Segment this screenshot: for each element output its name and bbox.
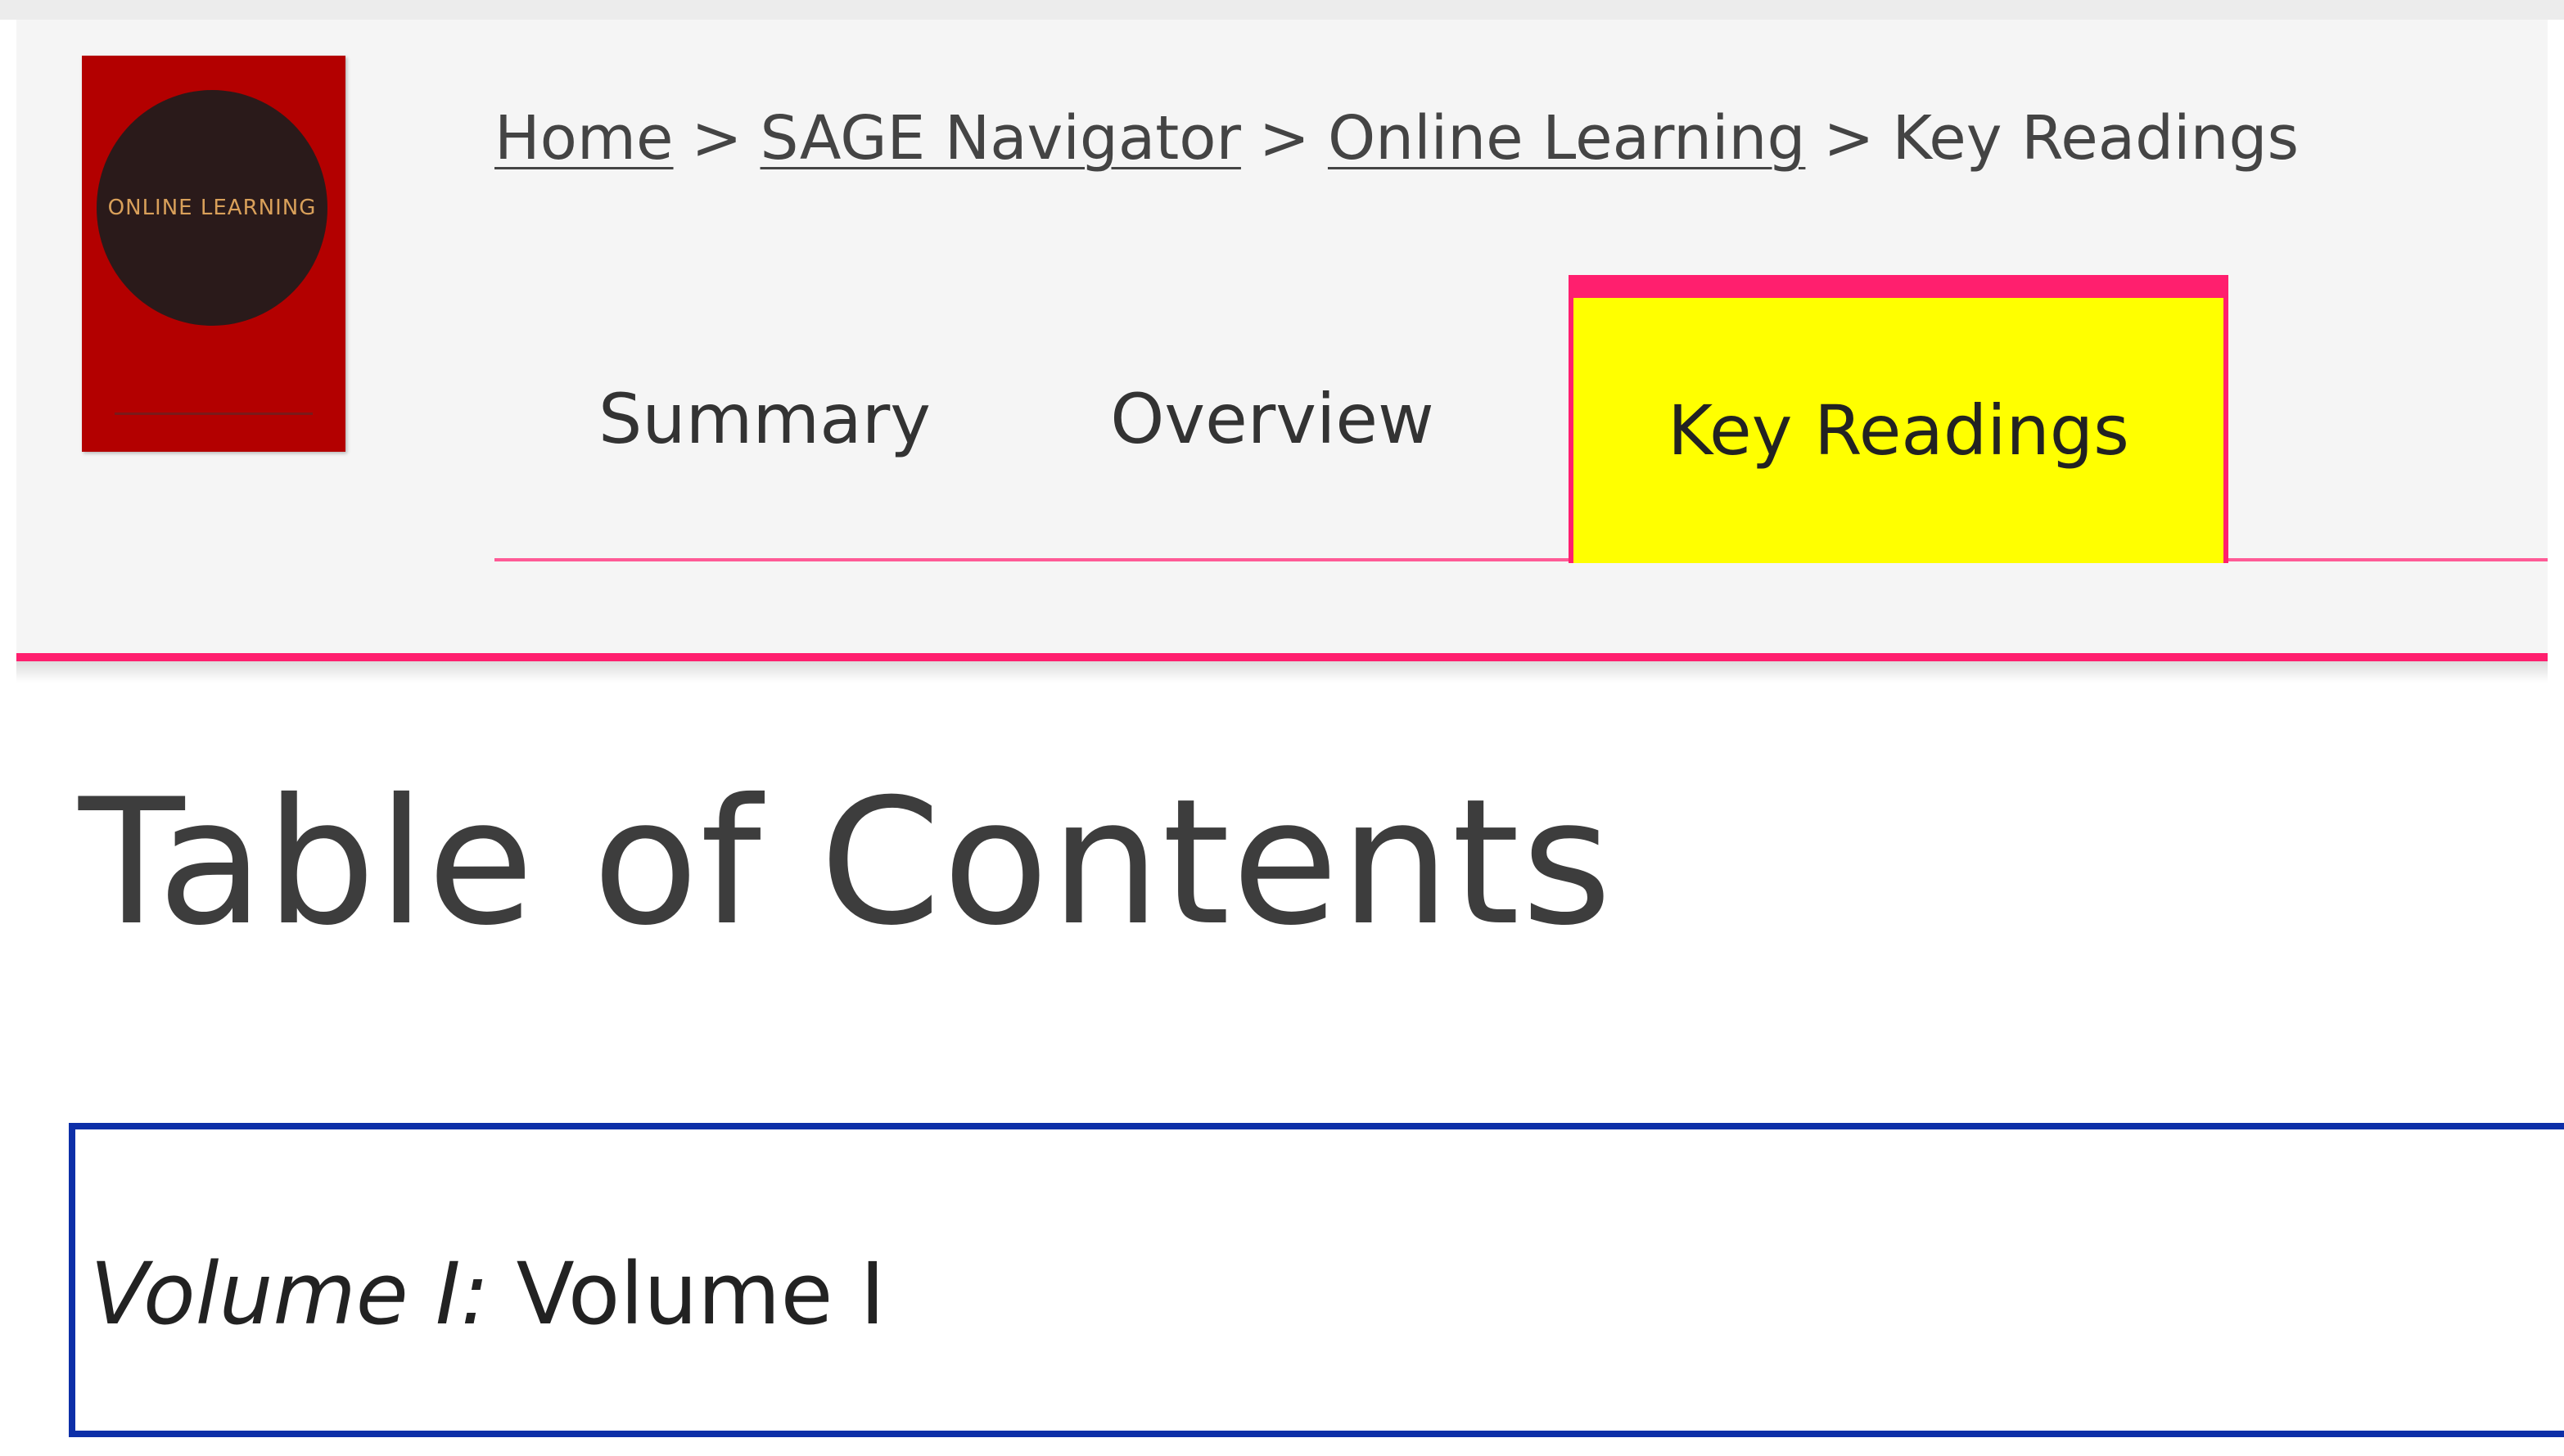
volume-name: Volume I: [516, 1244, 886, 1344]
header-shadow: [16, 661, 2548, 683]
cover-footer: [115, 412, 313, 415]
breadcrumb-sage-navigator-link[interactable]: SAGE Navigator: [761, 103, 1241, 174]
breadcrumb-current: Key Readings: [1892, 103, 2300, 174]
tab-overview[interactable]: Overview: [1051, 275, 1493, 563]
cover-disc: ONLINE LEARNING: [97, 90, 327, 326]
breadcrumb-separator: >: [1823, 103, 1875, 174]
breadcrumb: Home > SAGE Navigator > Online Learning > Key …: [494, 103, 2299, 174]
cover-title: ONLINE LEARNING: [107, 196, 317, 220]
volume-label: Volume I:: [90, 1244, 490, 1344]
volume-list-item[interactable]: Volume I: Volume I: [69, 1123, 2564, 1437]
book-cover-image[interactable]: ONLINE LEARNING: [82, 56, 345, 452]
tab-summary[interactable]: Summary: [552, 275, 977, 563]
tab-key-readings[interactable]: Key Readings: [1569, 275, 2228, 563]
tab-bar: Summary Overview Key Readings: [494, 275, 2548, 563]
breadcrumb-home-link[interactable]: Home: [494, 103, 674, 174]
breadcrumb-separator: >: [1258, 103, 1310, 174]
header-divider: [16, 653, 2548, 661]
page: ONLINE LEARNING Home > SAGE Navigator > Onli…: [0, 0, 2564, 1456]
volume-entry: Volume I: Volume I: [90, 1244, 885, 1344]
breadcrumb-online-learning-link[interactable]: Online Learning: [1328, 103, 1805, 174]
breadcrumb-separator: >: [691, 103, 743, 174]
page-title: Table of Contents: [79, 761, 1614, 963]
top-strip: [0, 0, 2564, 20]
